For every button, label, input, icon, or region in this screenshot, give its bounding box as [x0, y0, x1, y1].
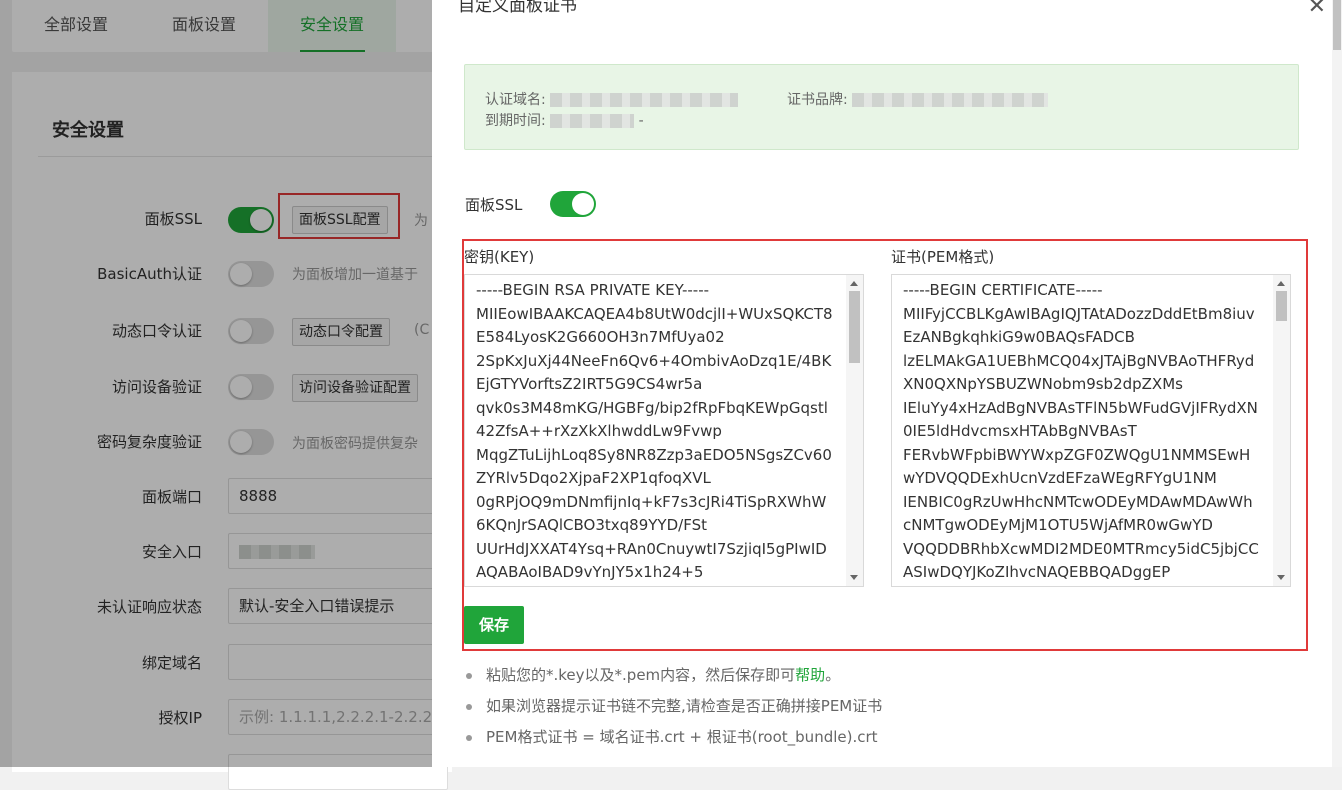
key-line: EjGTYVorftsZ2IRT5G9CS4wr5a — [476, 375, 703, 393]
tip-item: 如果浏览器提示证书链不完整,请检查是否正确拼接PEM证书 — [464, 691, 882, 722]
toggle-knob — [572, 193, 594, 215]
key-line: 2SpKxJuXj44NeeFn6Qv6+4OmbivAoDzq1E/4BK — [476, 351, 832, 370]
cert-content: -----BEGIN CERTIFICATE----- MIIFyjCCBLKgA… — [892, 279, 1272, 585]
key-content: -----BEGIN RSA PRIVATE KEY----- MIIEowIBA… — [465, 279, 845, 585]
cert-line: ASIwDQYJKoZIhvcNAQEBBQADggEP — [903, 563, 1171, 581]
drawer-ssl-label: 面板SSL — [465, 196, 523, 214]
cert-expiry-tail: - — [638, 113, 644, 129]
key-label: 密钥(KEY) — [464, 248, 535, 266]
scroll-down-icon[interactable] — [1277, 575, 1285, 580]
cert-line: wYDVQQDExhUcnVzdEFzaWEgRFYgU1NM — [903, 469, 1217, 487]
cert-scrollbar[interactable] — [1273, 275, 1290, 586]
tips-list: 粘贴您的*.key以及*.pem内容，然后保存即可帮助。 如果浏览器提示证书链不… — [464, 660, 882, 753]
scroll-up-icon[interactable] — [1277, 281, 1285, 286]
close-icon[interactable]: ✕ — [1308, 0, 1326, 19]
cert-domain-label: 认证域名: — [485, 92, 546, 108]
key-line: 6KQnJrSAQlCBO3txq89YYD/FSt — [476, 516, 707, 534]
cert-line: VQQDDBRhbXcwMDI2MDE0MTRmcy5idC5jbjCC — [903, 539, 1259, 558]
cert-expiry-label: 到期时间: — [485, 113, 546, 129]
key-line: UUrHdJXXAT4Ysq+RAn0CnuywtI7SzjiqI5gPIwID — [476, 539, 827, 558]
save-button[interactable]: 保存 — [464, 606, 524, 644]
key-line: ZYRlv5Dqo2XjpaF2XP1qfoqXVL — [476, 469, 711, 487]
scroll-up-icon[interactable] — [850, 281, 858, 286]
tip-text: 粘贴您的*.key以及*.pem内容，然后保存即可 — [486, 666, 796, 684]
scrollbar-thumb[interactable] — [1276, 291, 1287, 321]
key-line: 42ZfsA++rXzXkXlhwddLw9Fvwp — [476, 422, 722, 440]
cert-line: IENBIC0gRzUwHhcNMTcwODEyMDAwMDAwWh — [903, 492, 1253, 511]
drawer-ssl-toggle[interactable] — [550, 191, 596, 217]
key-line: qvk0s3M48mKG/HGBFg/bip2fRpFbqKEWpGqstl — [476, 398, 828, 417]
tip-item: PEM格式证书 = 域名证书.crt + 根证书(root_bundle).cr… — [464, 722, 882, 753]
cert-line: -----BEGIN CERTIFICATE----- — [903, 281, 1103, 299]
cert-expiry-row: 到期时间: - — [485, 110, 644, 130]
key-line: E584LyosK2G660OH3n7MfUya02 — [476, 328, 725, 346]
scrollbar-thumb[interactable] — [1333, 0, 1341, 50]
cert-line: cNMTgwODEyMjM1OTU5WjAfMR0wGwYD — [903, 516, 1213, 534]
redacted-value — [550, 93, 739, 107]
cert-line: 0IE5ldHdvcmsxHTAbBgNVBAsT — [903, 422, 1137, 440]
key-textarea[interactable]: -----BEGIN RSA PRIVATE KEY----- MIIEowIBA… — [464, 274, 864, 587]
cert-line: IEluYy4xHzAdBgNVBAsTFlN5bWFudGVjIFRydXN — [903, 398, 1258, 417]
key-scrollbar[interactable] — [846, 275, 863, 586]
cert-line: MIIFyjCCBLKgAwIBAgIQJTAtADozzDddEtBm8iuv — [903, 304, 1255, 323]
key-line: MIIEowIBAAKCAQEA4b8UtW0dcjlI+WUxSQKCT8 — [476, 304, 833, 323]
cert-brand-label: 证书品牌: — [787, 92, 848, 108]
drawer-title: 自定义面板证书 — [458, 0, 577, 16]
cert-textarea[interactable]: -----BEGIN CERTIFICATE----- MIIFyjCCBLKgA… — [891, 274, 1291, 587]
cert-line: FERvbWFpbiBWYWxpZGF0ZWQgU1NMMSEwH — [903, 445, 1251, 464]
key-line: 0gRPjOQ9mDNmfijnIq+kF7s3cJRi4TiSpRXWhW — [476, 492, 827, 511]
redacted-value — [550, 114, 635, 128]
cert-label: 证书(PEM格式) — [891, 248, 995, 266]
help-link[interactable]: 帮助 — [795, 666, 825, 684]
scroll-down-icon[interactable] — [850, 575, 858, 580]
key-line: AQABAoIBAD9vYnJY5x1h24+5 — [476, 563, 704, 581]
drawer-scrollbar[interactable] — [1332, 0, 1342, 767]
redacted-value — [852, 93, 1049, 107]
custom-cert-drawer: 自定义面板证书 ✕ 认证域名: 证书品牌: 到期时间: - 面板SSL 密钥(K… — [432, 0, 1342, 767]
tip-text: 。 — [825, 666, 841, 684]
scrollbar-thumb[interactable] — [849, 291, 860, 363]
key-line: -----BEGIN RSA PRIVATE KEY----- — [476, 281, 710, 299]
cert-line: XN0QXNpYSBUZWNobm9sb2dpZXMs — [903, 375, 1183, 393]
cert-line: lzELMAkGA1UEBhMCQ04xJTAjBgNVBAoTHFRyd — [903, 351, 1255, 370]
cert-info-box: 认证域名: 证书品牌: 到期时间: - — [464, 64, 1299, 150]
key-line: MqgZTuLijhLoq8Sy8NR8Zzp3aEDO5NSgsZCv60 — [476, 445, 832, 464]
cert-domain-row: 认证域名: — [485, 89, 739, 109]
modal-overlay[interactable] — [0, 0, 432, 767]
cert-line: EzANBgkqhkiG9w0BAQsFADCB — [903, 328, 1135, 346]
cert-brand-row: 证书品牌: — [787, 89, 1049, 109]
tip-item: 粘贴您的*.key以及*.pem内容，然后保存即可帮助。 — [464, 660, 882, 691]
